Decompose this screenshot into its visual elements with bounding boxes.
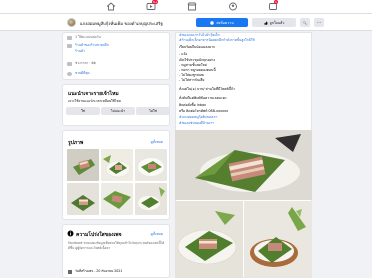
like-button-label: ถูกใจแล้ว — [269, 20, 285, 25]
post-line: สั่งแค่ใน(๑) บาท/ ท่านใดที่มีโพสต์นี้จ้า — [179, 87, 235, 91]
about-row-link[interactable]: ร้านค้าของร้านขายปลีก — [75, 43, 109, 48]
recommend-no-button[interactable]: ไม่ใช่ — [136, 107, 170, 115]
created-date-row: วันที่สร้างเพจ - 20 กันยายน 2021 — [68, 269, 122, 274]
food-photo-icon — [135, 183, 167, 215]
messenger-icon — [210, 20, 215, 25]
photos-title: รูปภาพ — [68, 140, 84, 146]
food-photo-icon — [175, 201, 243, 278]
food-photo-icon — [67, 183, 99, 215]
about-row[interactable]: ร้านค้าของร้านขายปลีก — [67, 43, 109, 48]
about-row[interactable]: ร้านค้า — [67, 49, 85, 54]
flag-icon — [68, 269, 72, 274]
about-row-link[interactable]: ร้านค้า — [75, 49, 85, 54]
notifications-badge: 9+ — [152, 0, 159, 4]
transparency-see-all-link[interactable]: ดูทั้งหมด — [151, 232, 163, 237]
photo-thumbnail[interactable] — [135, 183, 167, 215]
message-button[interactable]: ส่งข้อความ — [196, 18, 248, 27]
page-name[interactable]: แกงอ่อมหมูสับกุ้งหั่นเค็ม ของดำเลบุญประเ… — [80, 20, 163, 27]
post-line: - ไม่ใส่สารกันเสีย — [179, 78, 205, 82]
more-options-button[interactable]: ··· — [314, 18, 324, 27]
post-hashtag[interactable]: #ของแซ่บของดีบ้านเรา — [179, 121, 214, 126]
about-row-link[interactable]: ขายดีที่สุด — [75, 71, 90, 76]
food-photo-icon — [244, 201, 312, 278]
transparency-title: ความโปร่งใสของเพจ — [76, 232, 122, 238]
photos-see-all-link[interactable]: ดูทั้งหมด — [151, 140, 163, 145]
post-line: สั่งทันทีแค่พิมพ์ข้อความเลยนะคะ — [179, 96, 227, 100]
food-photo-icon — [135, 149, 167, 181]
transparency-card: ความโปร่งใสของเพจ ดูทั้งหมด Facebook ช่ว… — [62, 224, 170, 278]
video-nav[interactable]: 9+ — [146, 0, 159, 11]
recommend-question: เจาะใช้งานแนะนำเวลาเหมือนใช้ไหม — [68, 99, 121, 103]
search-page-button[interactable]: 🔍 — [300, 18, 310, 27]
food-photo-icon — [67, 149, 99, 181]
recommend-yes-button[interactable]: ใช่ — [66, 107, 100, 115]
home-icon[interactable] — [106, 2, 116, 11]
post-line: หรือ ติดต่อโทรศัพท์ 088-xxxxxx — [179, 109, 229, 113]
recommend-title: แนะนำเจาะรายเจ้าไหม — [68, 91, 119, 97]
recommend-card: แนะนำเจาะรายเจ้าไหม เจาะใช้งานแนะนำเวลาเ… — [62, 84, 170, 126]
created-date: วันที่สร้างเพจ - 20 กันยายน 2021 — [75, 269, 123, 273]
top-navigation: 9+ 1 — [0, 0, 372, 14]
transparency-text: Facebook ช่วยแสดงข้อมูลเพื่อช่วยให้คุณเข… — [68, 241, 165, 250]
about-row: ช่วงราคา · ฿฿ — [67, 61, 96, 66]
food-photo-icon — [101, 183, 133, 215]
post-hashtag[interactable]: #ร้านเด็กเล็กอาหารน้อยยกอีกกำลังกายขั้นส… — [179, 38, 255, 43]
post-line: เรียบร้อยจีนนัดแมลงมาก — [179, 45, 216, 49]
photo-thumbnail[interactable] — [135, 149, 167, 181]
page-header: แกงอ่อมหมูสับกุ้งหั่นเค็ม ของดำเลบุญประเ… — [0, 14, 372, 31]
food-photo-icon — [101, 149, 133, 181]
about-card: 1 ให้คะแนนต่อวัน ร้านค้าของร้านขายปลีก ร… — [62, 32, 170, 80]
post-photo[interactable] — [175, 201, 243, 278]
food-photo-icon — [175, 130, 312, 200]
post-hashtag[interactable]: #แกงอ่อมหมูกุ้งส้มของเรา — [179, 115, 217, 120]
photo-thumbnail[interactable] — [101, 149, 133, 181]
thumbs-up-icon — [264, 20, 268, 25]
message-button-label: ส่งข้อความ — [216, 20, 234, 25]
page-avatar[interactable] — [67, 18, 76, 27]
money-icon — [67, 61, 72, 66]
marketplace-icon[interactable] — [187, 2, 197, 11]
about-row-text: ช่วงราคา · ฿฿ — [75, 61, 96, 65]
photo-thumbnail[interactable] — [101, 183, 133, 215]
info-icon — [67, 71, 72, 76]
post-photo[interactable] — [175, 130, 312, 200]
star-icon — [67, 35, 72, 40]
spacer-icon — [67, 50, 72, 54]
photos-card: รูปภาพ ดูทั้งหมด — [62, 130, 170, 220]
post-line: - แจ้ง — [179, 52, 188, 56]
menu-badge: 1 — [274, 0, 278, 4]
photo-thumbnail[interactable] — [67, 183, 99, 215]
groups-icon[interactable] — [228, 2, 238, 11]
search-icon: 🔍 — [302, 20, 308, 25]
photo-thumbnail[interactable] — [67, 149, 99, 181]
gaming-nav[interactable]: 1 — [268, 0, 278, 11]
more-icon: ··· — [317, 20, 321, 25]
about-row-text: 1 ให้คะแนนต่อวัน — [75, 35, 101, 39]
like-button[interactable]: ถูกใจแล้ว — [252, 18, 296, 27]
info-icon — [67, 230, 74, 237]
post-photo[interactable] — [244, 201, 312, 278]
about-row: 1 ให้คะแนนต่อวัน — [67, 35, 101, 40]
recommend-not-sure-button[interactable]: ไม่แนะนำ — [101, 107, 135, 115]
about-row[interactable]: ขายดีที่สุด — [67, 71, 90, 76]
shop-icon — [67, 43, 72, 48]
post-line: ติดต่อสั่งซื้อ Inbox — [179, 103, 207, 107]
